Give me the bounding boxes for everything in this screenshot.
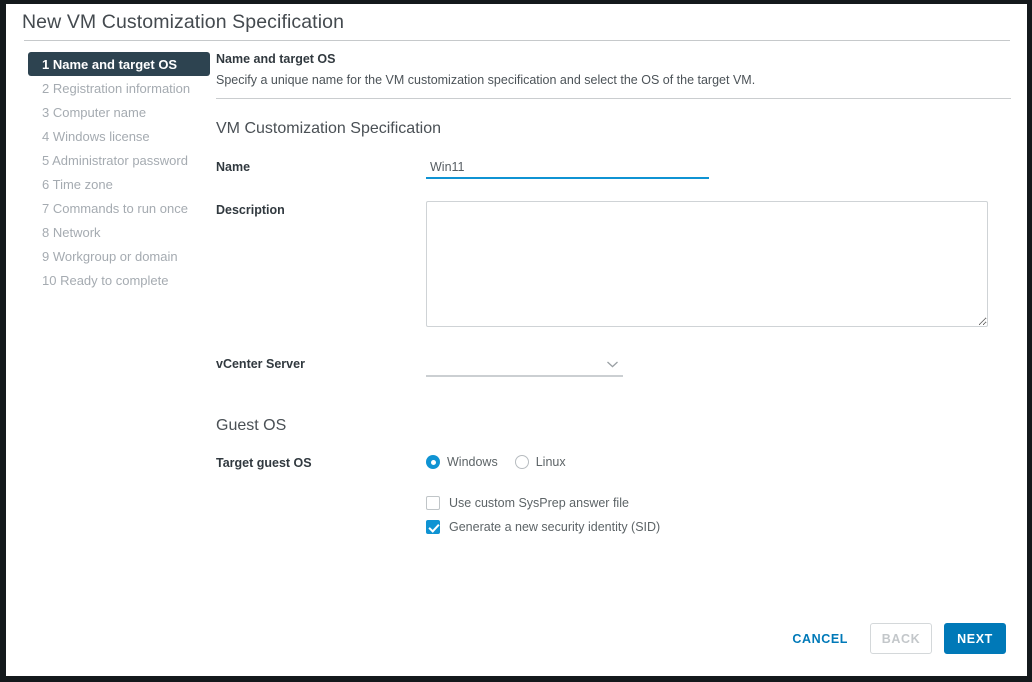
sidebar-item-commands-to-run-once[interactable]: 7 Commands to run once [28, 197, 210, 220]
vcenter-server-select-wrap [426, 355, 623, 377]
sidebar-item-network[interactable]: 8 Network [28, 221, 210, 244]
checkbox-label: Use custom SysPrep answer file [449, 496, 629, 510]
name-field-row: Name [216, 158, 1011, 179]
vcenter-server-select[interactable] [426, 355, 623, 377]
sidebar-item-label: 4 Windows license [42, 129, 150, 144]
sidebar-item-ready-to-complete[interactable]: 10 Ready to complete [28, 269, 210, 292]
guest-os-section-heading: Guest OS [216, 417, 1011, 435]
dialog-footer: CANCEL BACK NEXT [12, 607, 1022, 670]
sidebar-item-label: 10 Ready to complete [42, 273, 168, 288]
sidebar-item-label: 1 Name and target OS [42, 57, 177, 72]
new-vm-customization-dialog: New VM Customization Specification 1 Nam… [0, 0, 1032, 682]
checkbox-label: Generate a new security identity (SID) [449, 520, 660, 534]
radio-selected-icon [426, 455, 440, 469]
name-input[interactable] [426, 158, 709, 179]
sidebar-item-workgroup-or-domain[interactable]: 9 Workgroup or domain [28, 245, 210, 268]
sidebar-item-computer-name[interactable]: 3 Computer name [28, 101, 210, 124]
step-subtitle: Specify a unique name for the VM customi… [216, 73, 1011, 87]
sidebar-item-label: 2 Registration information [42, 81, 190, 96]
step-title: Name and target OS [216, 52, 1011, 66]
back-button: BACK [870, 623, 932, 654]
sidebar-item-name-and-target-os[interactable]: 1 Name and target OS [28, 52, 210, 76]
content-divider [216, 98, 1011, 99]
name-label: Name [216, 158, 426, 174]
radio-unselected-icon [515, 455, 529, 469]
description-label: Description [216, 201, 426, 217]
target-guest-os-radio-group: Windows Linux [426, 454, 566, 469]
sidebar-item-registration-information[interactable]: 2 Registration information [28, 77, 210, 100]
next-button[interactable]: NEXT [944, 623, 1006, 654]
dialog-title: New VM Customization Specification [22, 11, 344, 34]
sidebar-item-label: 7 Commands to run once [42, 201, 188, 216]
sidebar-item-label: 5 Administrator password [42, 153, 188, 168]
sidebar-item-label: 3 Computer name [42, 105, 146, 120]
radio-option-label: Linux [536, 455, 566, 469]
wizard-step-content: Name and target OS Specify a unique name… [216, 41, 1027, 604]
wizard-step-nav: 1 Name and target OS 2 Registration info… [6, 41, 216, 604]
checkbox-checked-icon [426, 520, 440, 534]
radio-option-linux[interactable]: Linux [515, 455, 566, 469]
sidebar-item-windows-license[interactable]: 4 Windows license [28, 125, 210, 148]
checkbox-unchecked-icon [426, 496, 440, 510]
sidebar-item-label: 6 Time zone [42, 177, 113, 192]
sidebar-item-administrator-password[interactable]: 5 Administrator password [28, 149, 210, 172]
description-field-row: Description [216, 201, 1011, 327]
radio-option-windows[interactable]: Windows [426, 455, 498, 469]
vcenter-server-label: vCenter Server [216, 355, 426, 371]
description-textarea[interactable] [426, 201, 988, 327]
guest-os-checkbox-group: Use custom SysPrep answer file Generate … [426, 496, 1011, 534]
radio-option-label: Windows [447, 455, 498, 469]
dialog-body: 1 Name and target OS 2 Registration info… [6, 41, 1027, 604]
vcenter-field-row: vCenter Server [216, 355, 1011, 377]
target-guest-os-row: Target guest OS Windows Linux [216, 454, 1011, 470]
cancel-button[interactable]: CANCEL [782, 624, 858, 654]
target-guest-os-label: Target guest OS [216, 454, 426, 470]
sidebar-item-label: 8 Network [42, 225, 101, 240]
sidebar-item-time-zone[interactable]: 6 Time zone [28, 173, 210, 196]
spec-section-heading: VM Customization Specification [216, 120, 1011, 138]
checkbox-generate-new-sid[interactable]: Generate a new security identity (SID) [426, 520, 1011, 534]
sidebar-item-label: 9 Workgroup or domain [42, 249, 178, 264]
dialog-title-bar: New VM Customization Specification [6, 4, 1027, 40]
checkbox-use-custom-sysprep-answer-file[interactable]: Use custom SysPrep answer file [426, 496, 1011, 510]
